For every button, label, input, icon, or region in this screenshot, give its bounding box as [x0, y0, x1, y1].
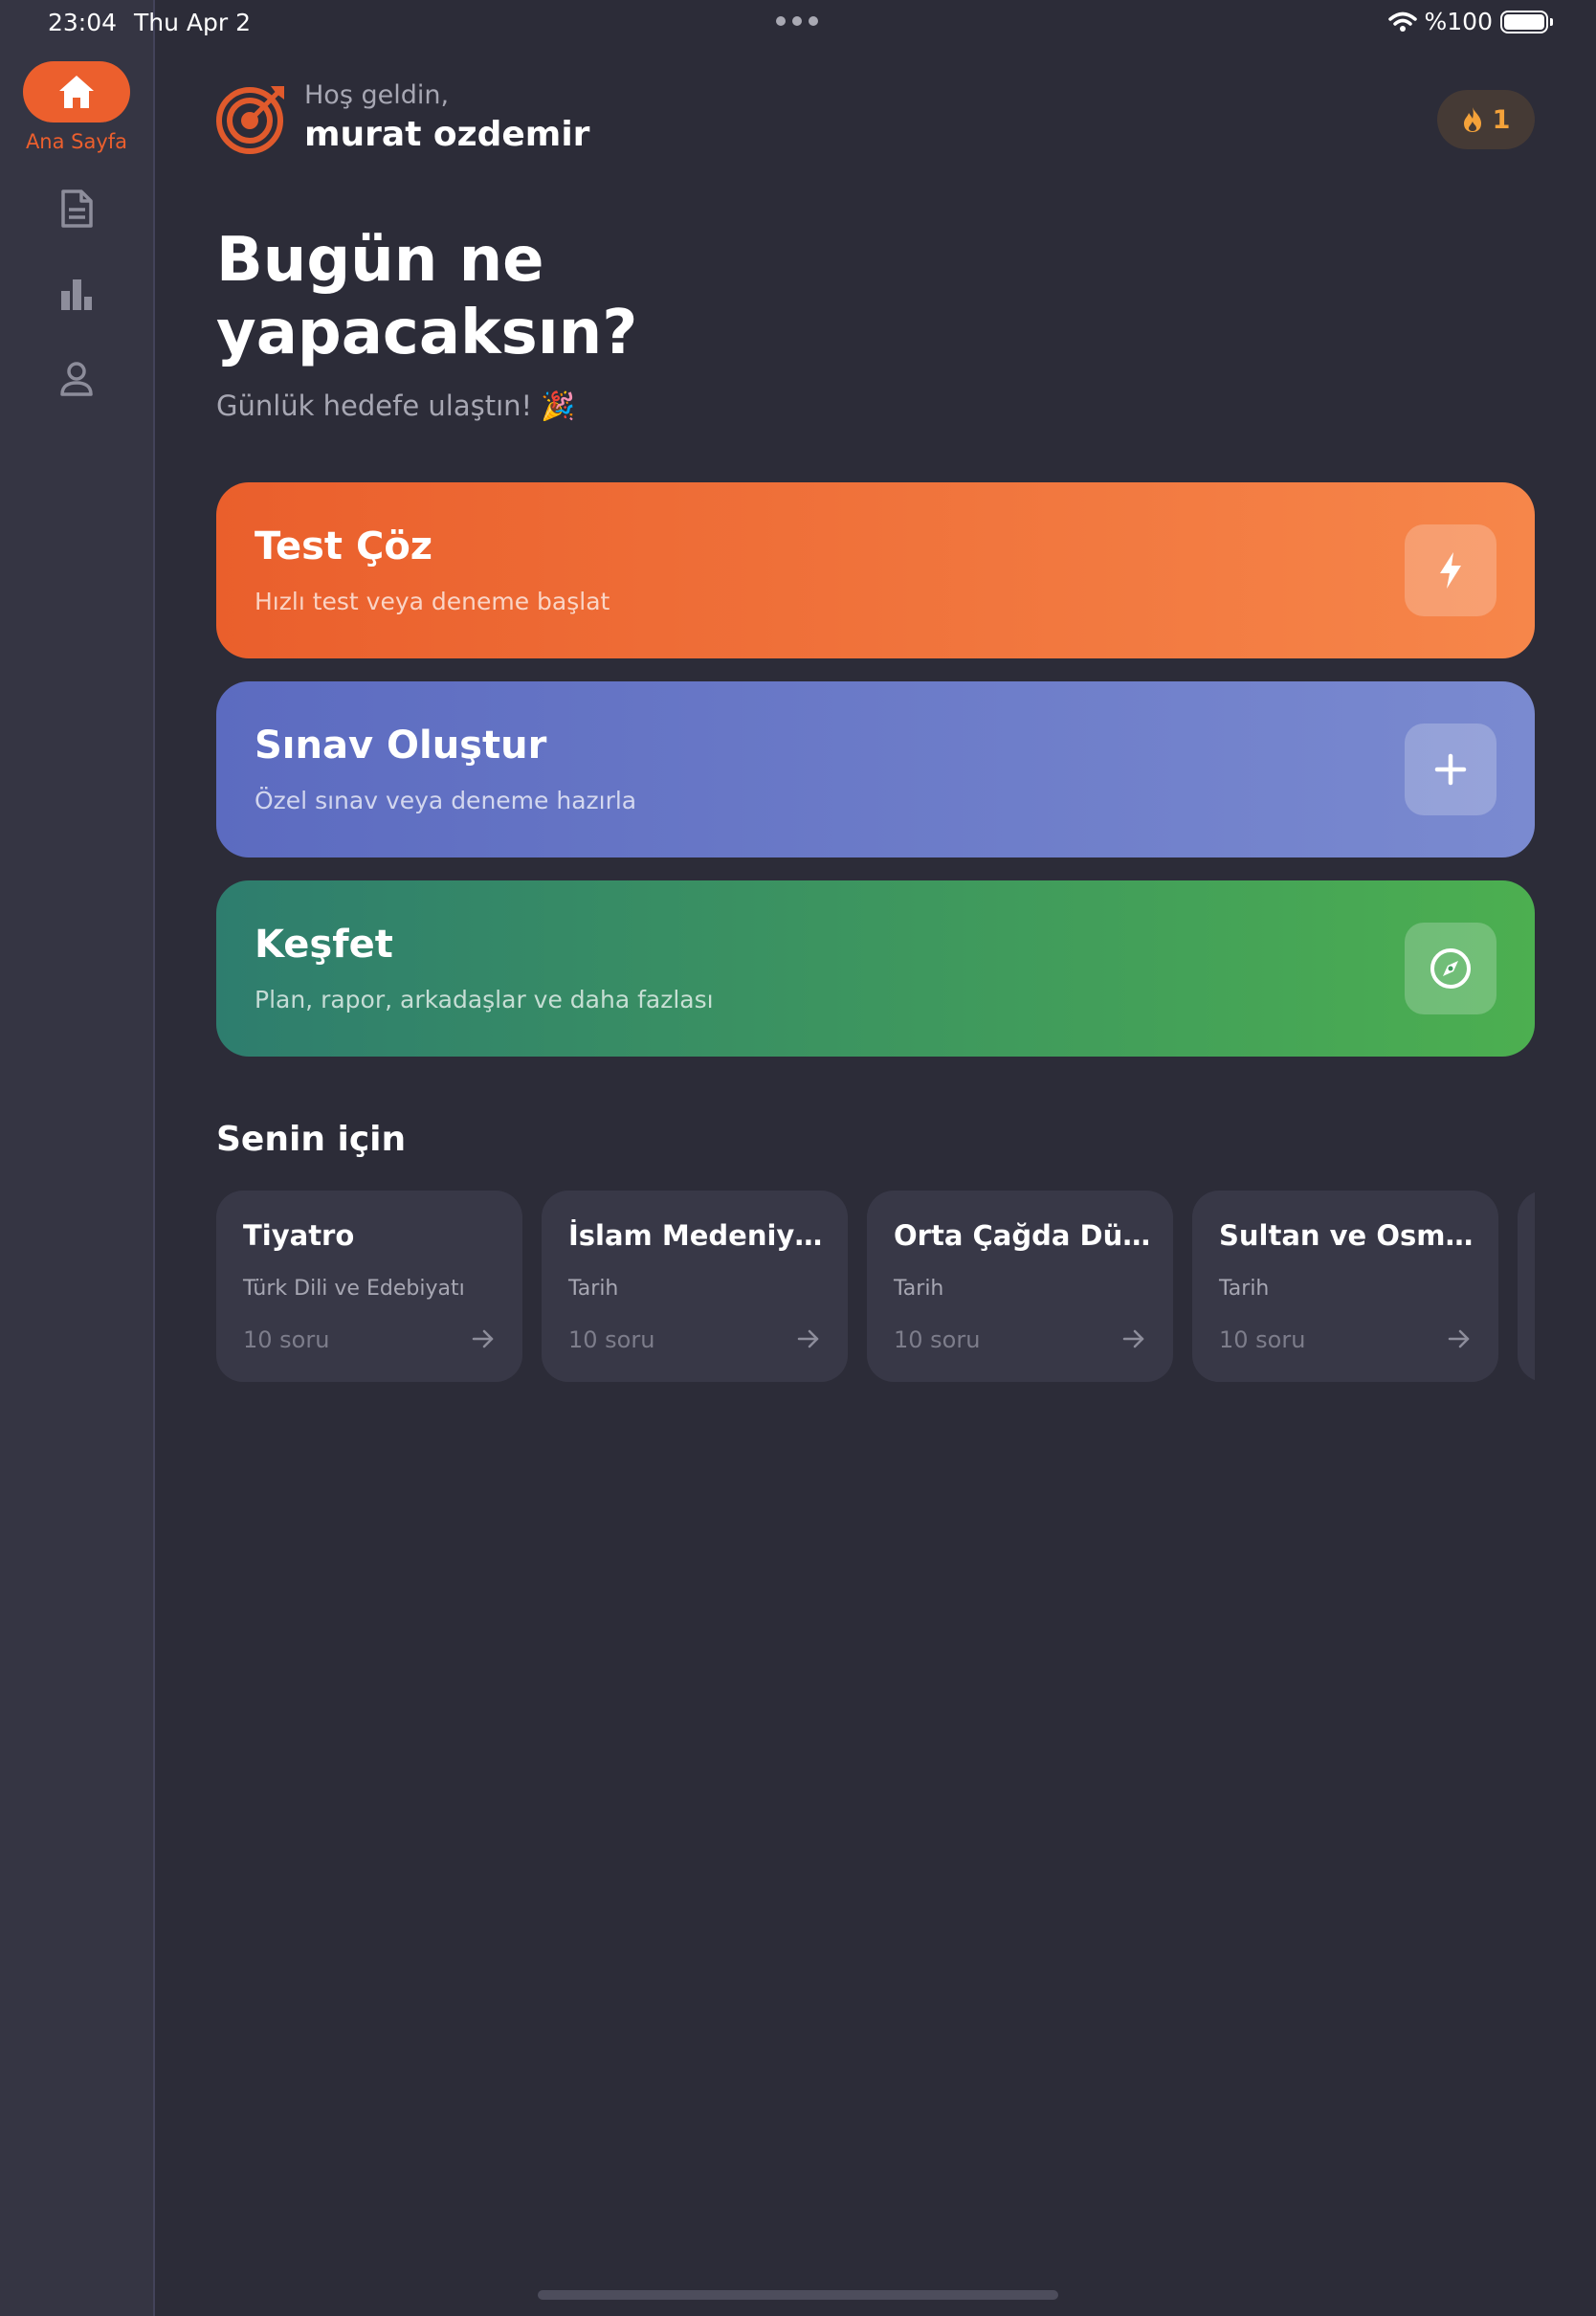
- battery-percentage: %100: [1424, 8, 1493, 35]
- sidebar-item-tests[interactable]: [54, 186, 100, 232]
- recommendation-title: Orta Çağda Dünya: [894, 1219, 1152, 1252]
- section-title-for-you: Senin için: [216, 1120, 407, 1159]
- recommendation-subject: Tarih: [1219, 1277, 1270, 1301]
- recommendation-card[interactable]: Orta Çağda Dünya Tarih 10 soru: [867, 1191, 1173, 1382]
- recommendation-subject: Türk Dili ve Edebiyatı: [243, 1277, 465, 1301]
- document-icon: [61, 189, 93, 228]
- goal-status-text: Günlük hedefe ulaştın! 🎉: [216, 390, 576, 422]
- arrow-right-icon: [1122, 1329, 1144, 1348]
- flame-icon: [1463, 107, 1481, 132]
- status-indicators: %100: [1387, 8, 1553, 35]
- person-icon: [60, 362, 93, 396]
- recommendation-subject: Tarih: [568, 1277, 619, 1301]
- recommendation-subject: Tarih: [894, 1277, 944, 1301]
- app-screen: Ana Sayfa 23:04 Thu Apr 2 %100 Hoş geldi…: [0, 0, 1596, 2316]
- streak-count: 1: [1492, 104, 1511, 135]
- recommendation-card[interactable]: Tiyatro Türk Dili ve Edebiyatı 10 soru: [216, 1191, 522, 1382]
- sidebar-item-label[interactable]: Ana Sayfa: [0, 130, 153, 153]
- home-icon: [59, 76, 94, 108]
- greeting-text: Hoş geldin,: [304, 80, 450, 110]
- sidebar-item-profile[interactable]: [54, 356, 100, 402]
- sidebar: Ana Sayfa: [0, 0, 155, 2316]
- recommendation-card[interactable]: Sultan ve Osmanlı Merkez Teşkilatı Tarih…: [1192, 1191, 1498, 1382]
- user-name: murat ozdemir: [304, 115, 590, 154]
- sidebar-item-home[interactable]: [23, 61, 130, 122]
- card-subtitle: Özel sınav veya deneme hazırla: [255, 787, 637, 814]
- explore-card[interactable]: Keşfet Plan, rapor, arkadaşlar ve daha f…: [216, 880, 1535, 1057]
- plus-icon: [1434, 753, 1467, 786]
- card-title: Keşfet: [255, 923, 393, 967]
- streak-badge[interactable]: 1: [1437, 90, 1535, 149]
- target-logo-icon: [216, 86, 284, 154]
- multitask-handle[interactable]: [776, 16, 818, 26]
- card-icon-box: [1405, 923, 1496, 1014]
- question-count: 10 soru: [568, 1326, 655, 1353]
- home-indicator[interactable]: [538, 2290, 1058, 2300]
- recommendation-card-partial[interactable]: [1518, 1191, 1535, 1382]
- arrow-right-icon: [797, 1329, 819, 1348]
- recommendation-title: Tiyatro: [243, 1219, 355, 1252]
- question-count: 10 soru: [894, 1326, 981, 1353]
- question-count: 10 soru: [1219, 1326, 1306, 1353]
- solve-test-card[interactable]: Test Çöz Hızlı test veya deneme başlat: [216, 482, 1535, 658]
- page-title: Bugün ne yapacaksın?: [216, 225, 638, 368]
- wifi-icon: [1387, 11, 1417, 32]
- lightning-icon: [1440, 552, 1461, 589]
- recommendation-card[interactable]: İslam Medeniyeti'nin Doğuşu Tarih 10 sor…: [542, 1191, 848, 1382]
- create-exam-card[interactable]: Sınav Oluştur Özel sınav veya deneme haz…: [216, 681, 1535, 857]
- question-count: 10 soru: [243, 1326, 330, 1353]
- arrow-right-icon: [472, 1329, 494, 1348]
- card-title: Sınav Oluştur: [255, 724, 547, 768]
- status-date: Thu Apr 2: [134, 9, 252, 36]
- card-subtitle: Hızlı test veya deneme başlat: [255, 588, 610, 615]
- recommendation-title: İslam Medeniyeti'nin Doğuşu: [568, 1219, 827, 1252]
- battery-icon: [1500, 10, 1553, 33]
- compass-icon: [1430, 948, 1471, 989]
- card-icon-box: [1405, 724, 1496, 815]
- status-bar: 23:04 Thu Apr 2 %100: [0, 0, 1596, 46]
- arrow-right-icon: [1448, 1329, 1470, 1348]
- sidebar-item-stats[interactable]: [54, 272, 100, 318]
- card-title: Test Çöz: [255, 524, 433, 568]
- status-time: 23:04: [48, 9, 118, 36]
- card-icon-box: [1405, 524, 1496, 616]
- recommendations-carousel[interactable]: Tiyatro Türk Dili ve Edebiyatı 10 soru İ…: [216, 1191, 1535, 1382]
- card-subtitle: Plan, rapor, arkadaşlar ve daha fazlası: [255, 986, 714, 1013]
- bar-chart-icon: [61, 279, 92, 310]
- recommendation-title: Sultan ve Osmanlı Merkez Teşkilatı: [1219, 1219, 1477, 1252]
